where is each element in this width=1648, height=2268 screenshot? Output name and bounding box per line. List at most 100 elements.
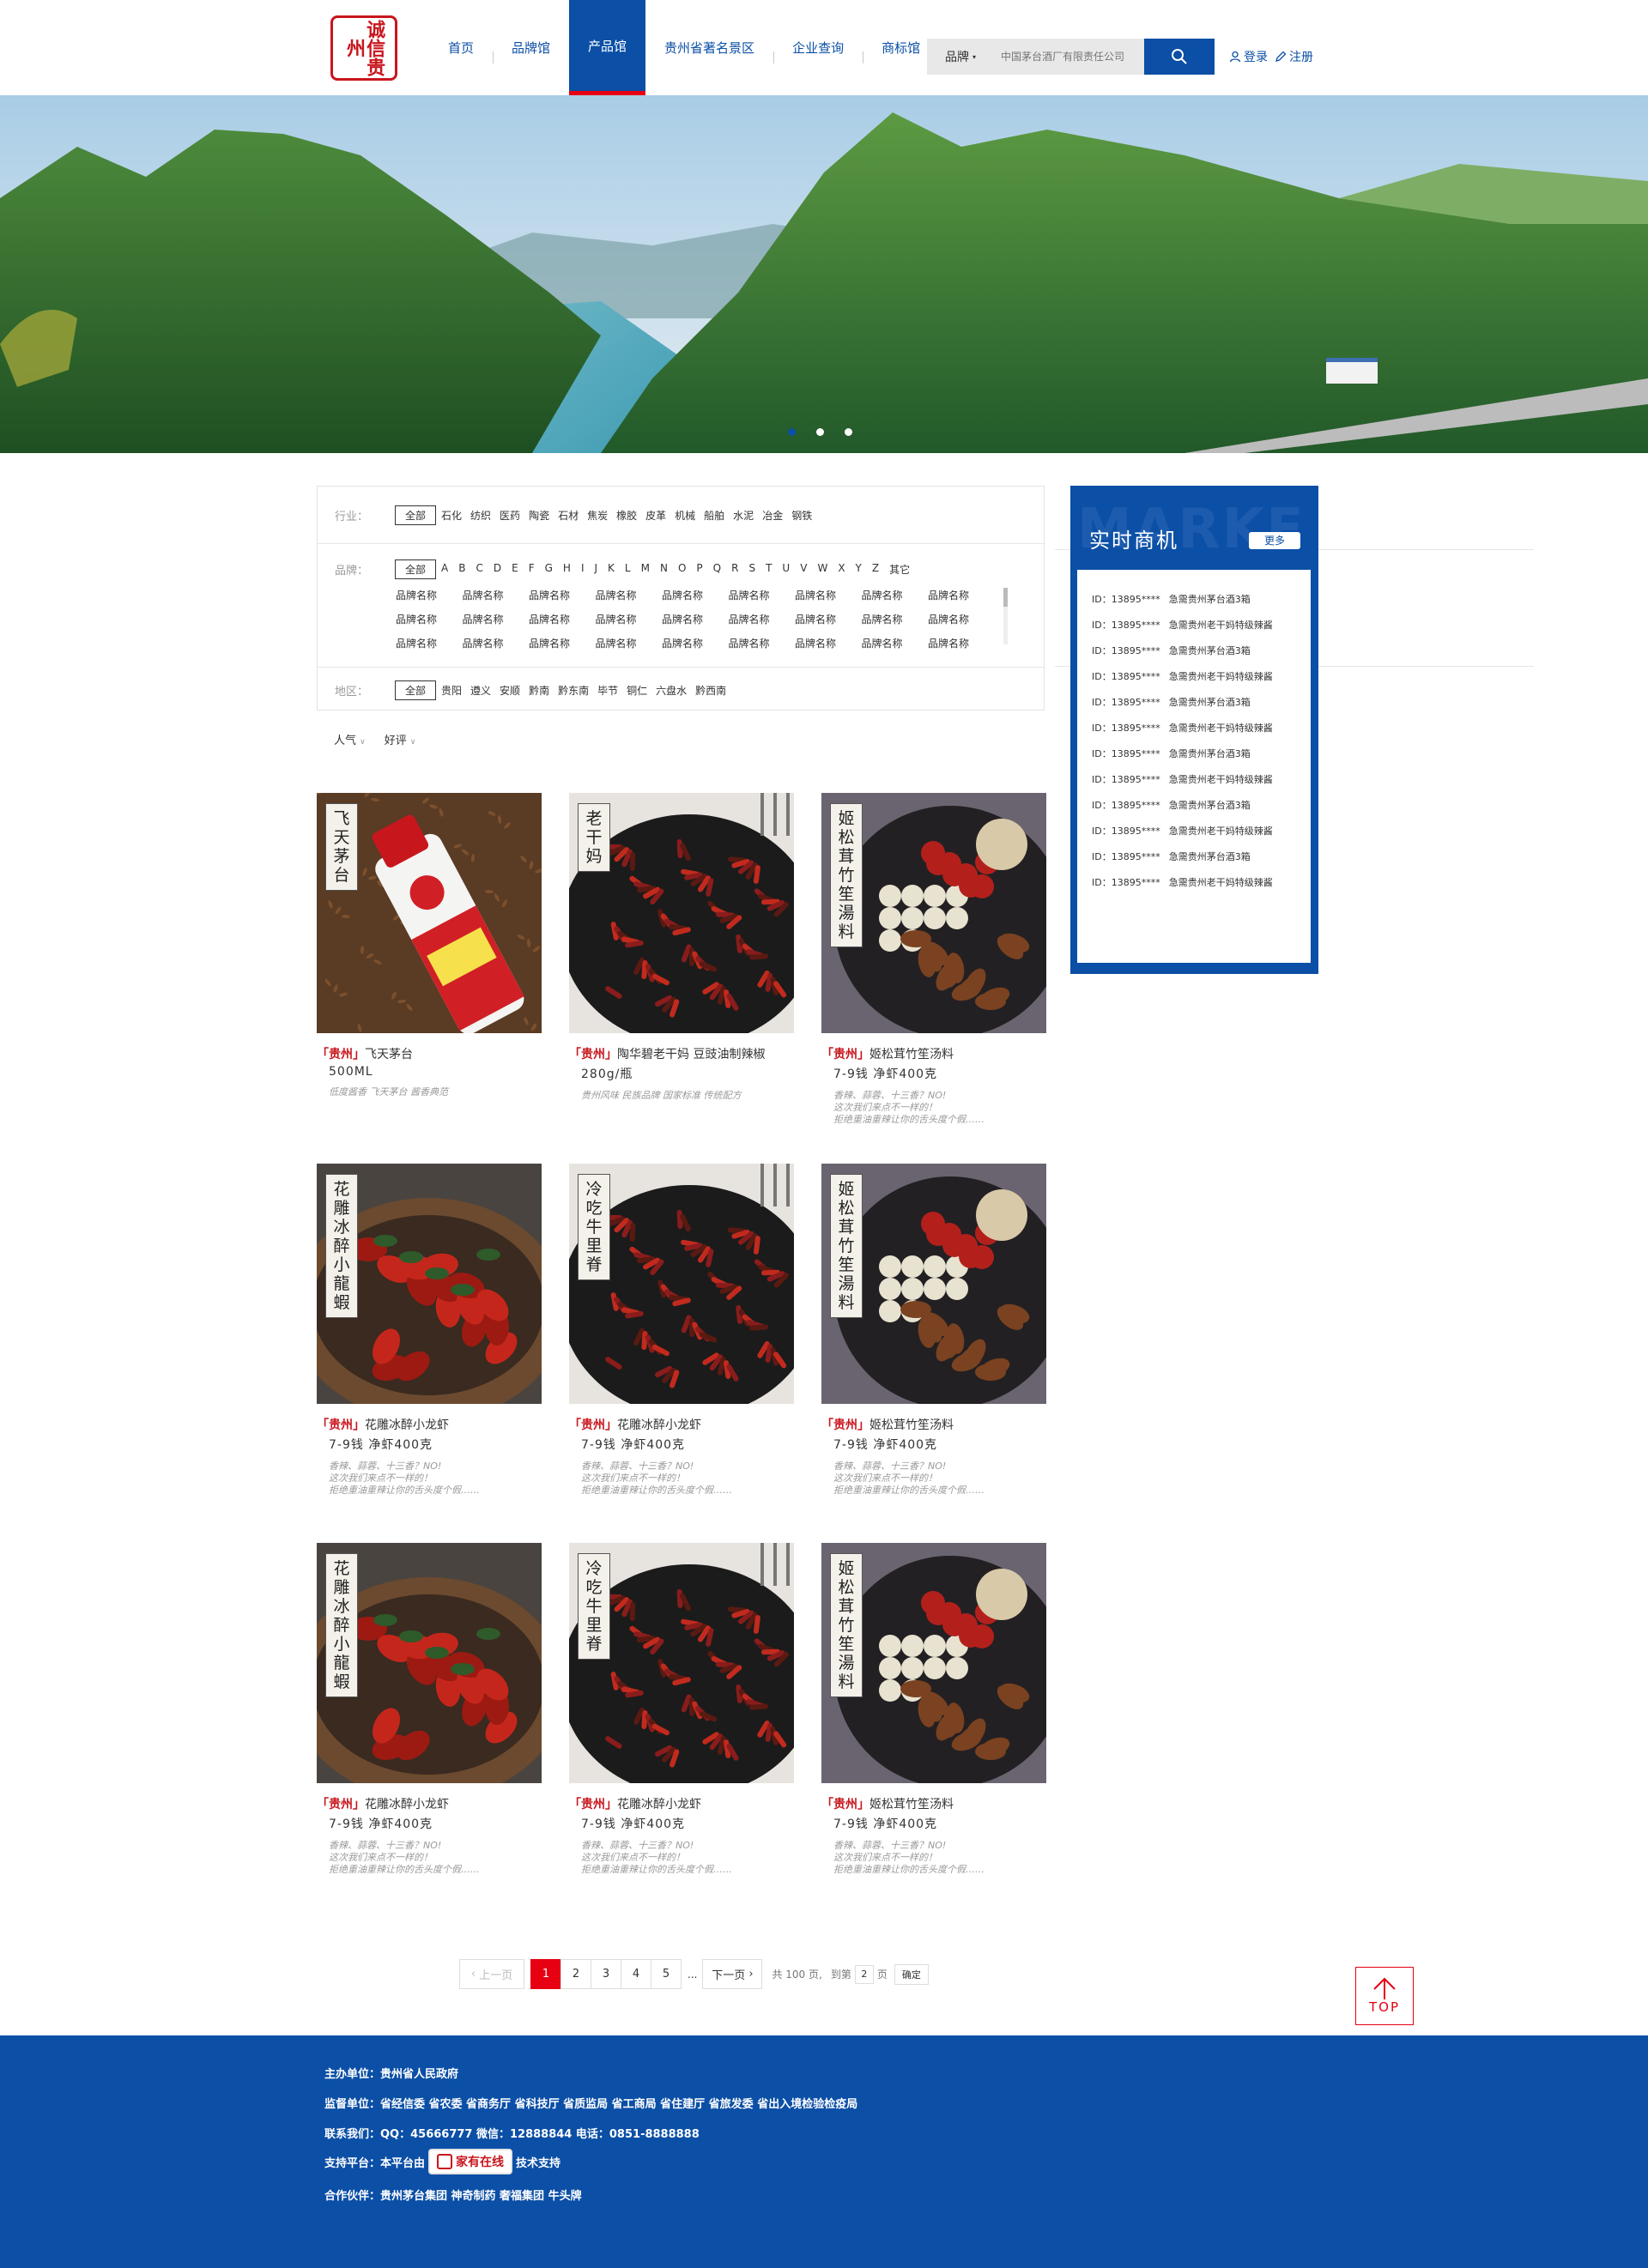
product-card[interactable]: 冷吃牛里脊 「贵州」花雕冰醉小龙虾 7-9钱 净虾400克 香辣、蒜蓉、十三香？NO!…: [569, 1164, 794, 1497]
market-more-button[interactable]: 更多: [1249, 532, 1300, 549]
industry-option[interactable]: 焦炭: [587, 508, 608, 523]
brand-name-option[interactable]: 品牌名称: [529, 612, 596, 626]
brand-name-option[interactable]: 品牌名称: [928, 612, 995, 626]
brand-letter-option[interactable]: S: [748, 562, 755, 577]
brand-letter-option[interactable]: C: [476, 562, 482, 577]
brand-name-option[interactable]: 品牌名称: [596, 612, 663, 626]
brand-letter-option[interactable]: A: [441, 562, 448, 577]
confirm-page-button[interactable]: 确定: [894, 1963, 929, 1985]
brand-letter-option[interactable]: T: [766, 562, 772, 577]
region-option[interactable]: 铜仁: [627, 683, 647, 698]
product-image[interactable]: 姬松茸竹笙湯料: [821, 793, 1046, 1033]
brand-letter-option[interactable]: K: [608, 562, 615, 577]
region-option[interactable]: 黔东南: [558, 683, 589, 698]
brand-name-option[interactable]: 品牌名称: [596, 636, 663, 650]
product-card[interactable]: 老干妈 「贵州」陶华碧老干妈 豆豉油制辣椒 280g/瓶 贵州风味 民族品牌 国家标准…: [569, 793, 794, 1102]
brand-name-option[interactable]: 品牌名称: [795, 588, 862, 602]
page-number-input[interactable]: [854, 1964, 874, 1984]
market-item[interactable]: ID：13895**** 急需贵州茅台酒3箱: [1077, 844, 1311, 869]
product-card[interactable]: 飞天茅台 「贵州」飞天茅台 500ML 低度酱香 飞天茅台 酱香典范: [317, 793, 542, 1098]
brand-name-option[interactable]: 品牌名称: [928, 636, 995, 650]
product-image[interactable]: 冷吃牛里脊: [569, 1543, 794, 1783]
search-button[interactable]: [1144, 39, 1215, 75]
brand-letter-option[interactable]: U: [782, 562, 790, 577]
brand-letter-option[interactable]: P: [696, 562, 702, 577]
product-card[interactable]: 花雕冰醉小龍蝦 「贵州」花雕冰醉小龙虾 7-9钱 净虾400克 香辣、蒜蓉、十三香？N…: [317, 1543, 542, 1876]
market-item[interactable]: ID：13895**** 急需贵州茅台酒3箱: [1077, 792, 1311, 818]
brand-name-option[interactable]: 品牌名称: [729, 612, 796, 626]
brand-letter-option[interactable]: X: [838, 562, 845, 577]
brand-name-option[interactable]: 品牌名称: [396, 612, 463, 626]
brand-letter-option[interactable]: N: [660, 562, 668, 577]
brand-letter-option[interactable]: G: [545, 562, 553, 577]
brand-name-option[interactable]: 品牌名称: [795, 612, 862, 626]
market-item[interactable]: ID：13895**** 急需贵州老干妈特级辣酱: [1077, 715, 1311, 741]
brand-name-option[interactable]: 品牌名称: [662, 612, 729, 626]
brand-name-option[interactable]: 品牌名称: [662, 636, 729, 650]
product-title[interactable]: 「贵州」花雕冰醉小龙虾: [569, 1795, 794, 1812]
brand-scrollbar[interactable]: [1003, 588, 1008, 644]
brand-letter-option[interactable]: Z: [872, 562, 879, 577]
nav-item-1[interactable]: 品牌馆: [493, 0, 569, 95]
market-item[interactable]: ID：13895**** 急需贵州茅台酒3箱: [1077, 689, 1311, 715]
carousel-dot[interactable]: [845, 428, 852, 436]
brand-name-option[interactable]: 品牌名称: [795, 636, 862, 650]
industry-option[interactable]: 机械: [675, 508, 695, 523]
brand-letter-option[interactable]: M: [641, 562, 650, 577]
brand-letter-option[interactable]: L: [625, 562, 631, 577]
carousel-dot[interactable]: [788, 428, 796, 436]
industry-option[interactable]: 纺织: [470, 508, 491, 523]
brand-name-option[interactable]: 品牌名称: [596, 588, 663, 602]
region-option[interactable]: 六盘水: [656, 683, 687, 698]
brand-letter-option[interactable]: J: [595, 562, 598, 577]
brand-name-option[interactable]: 品牌名称: [529, 588, 596, 602]
brand-name-option[interactable]: 品牌名称: [662, 588, 729, 602]
region-option[interactable]: 贵阳: [441, 683, 462, 698]
market-item[interactable]: ID：13895**** 急需贵州茅台酒3箱: [1077, 741, 1311, 766]
region-option[interactable]: 黔西南: [695, 683, 726, 698]
page-button[interactable]: 3: [591, 1959, 621, 1989]
region-option[interactable]: 黔南: [529, 683, 549, 698]
carousel-dot[interactable]: [816, 428, 824, 436]
product-image[interactable]: 冷吃牛里脊: [569, 1164, 794, 1404]
product-card[interactable]: 花雕冰醉小龍蝦 「贵州」花雕冰醉小龙虾 7-9钱 净虾400克 香辣、蒜蓉、十三香？N…: [317, 1164, 542, 1497]
product-image[interactable]: 老干妈: [569, 793, 794, 1033]
product-image[interactable]: 花雕冰醉小龍蝦: [317, 1164, 542, 1404]
product-card[interactable]: 姬松茸竹笙湯料 「贵州」姬松茸竹笙汤料 7-9钱 净虾400克 香辣、蒜蓉、十三香？N…: [821, 1164, 1046, 1497]
brand-letter-option[interactable]: R: [731, 562, 738, 577]
brand-letter-option[interactable]: V: [800, 562, 807, 577]
brand-name-option[interactable]: 品牌名称: [396, 636, 463, 650]
region-option[interactable]: 遵义: [470, 683, 491, 698]
brand-letter-option[interactable]: I: [581, 562, 585, 577]
brand-letter-option[interactable]: O: [678, 562, 686, 577]
industry-option[interactable]: 橡胶: [616, 508, 637, 523]
industry-option[interactable]: 石材: [558, 508, 579, 523]
brand-all[interactable]: 全部: [395, 559, 437, 579]
brand-letter-option[interactable]: D: [494, 562, 501, 577]
product-card[interactable]: 姬松茸竹笙湯料 「贵州」姬松茸竹笙汤料 7-9钱 净虾400克 香辣、蒜蓉、十三香？N…: [821, 1543, 1046, 1876]
brand-letter-option[interactable]: F: [529, 562, 535, 577]
brand-name-option[interactable]: 品牌名称: [928, 588, 995, 602]
industry-option[interactable]: 水泥: [733, 508, 754, 523]
product-title[interactable]: 「贵州」花雕冰醉小龙虾: [317, 1795, 542, 1812]
industry-option[interactable]: 陶瓷: [529, 508, 549, 523]
register-link[interactable]: 注册: [1275, 48, 1313, 65]
product-image[interactable]: 姬松茸竹笙湯料: [821, 1164, 1046, 1404]
next-page-button[interactable]: 下一页 ›: [702, 1959, 763, 1989]
industry-option[interactable]: 医药: [500, 508, 520, 523]
sort-rating[interactable]: 好评 ∨: [385, 731, 416, 747]
product-title[interactable]: 「贵州」花雕冰醉小龙虾: [569, 1416, 794, 1433]
brand-name-option[interactable]: 品牌名称: [862, 636, 929, 650]
nav-item-0[interactable]: 首页: [429, 0, 493, 95]
brand-letter-option[interactable]: H: [563, 562, 571, 577]
market-item[interactable]: ID：13895**** 急需贵州茅台酒3箱: [1077, 586, 1311, 612]
search-input[interactable]: [994, 39, 1144, 75]
nav-item-3[interactable]: 贵州省著名景区: [645, 0, 773, 95]
page-button[interactable]: 5: [651, 1959, 682, 1989]
region-option[interactable]: 安顺: [500, 683, 520, 698]
back-to-top-button[interactable]: TOP: [1355, 1967, 1414, 2025]
product-title[interactable]: 「贵州」飞天茅台: [317, 1045, 542, 1062]
product-card[interactable]: 姬松茸竹笙湯料 「贵州」姬松茸竹笙汤料 7-9钱 净虾400克 香辣、蒜蓉、十三香？N…: [821, 793, 1046, 1126]
page-button[interactable]: 1: [530, 1959, 561, 1989]
product-title[interactable]: 「贵州」花雕冰醉小龙虾: [317, 1416, 542, 1433]
